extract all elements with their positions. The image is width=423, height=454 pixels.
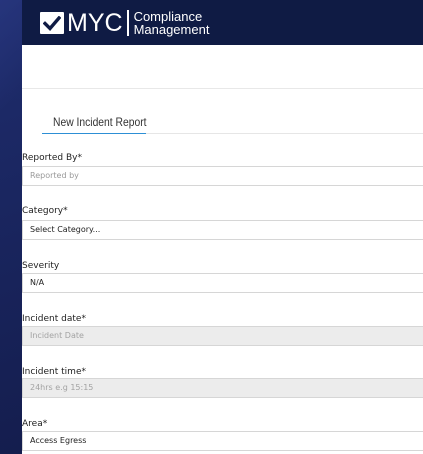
incident-time-label: Incident time* — [22, 367, 86, 377]
main-panel: New Incident Report Reported By* Reporte… — [22, 45, 423, 454]
title-divider — [146, 133, 423, 134]
logo-separator — [126, 10, 129, 36]
incident-time-input[interactable]: 24hrs e.g 15:15 — [22, 378, 423, 398]
brand-name: MYC — [67, 9, 123, 37]
category-label: Category* — [22, 206, 68, 216]
app-header: MYC Compliance Management — [22, 0, 423, 45]
category-select[interactable]: Select Category... — [22, 220, 423, 240]
area-select[interactable]: Access Egress — [22, 431, 423, 451]
checkmark-icon — [40, 12, 64, 34]
brand-subtitle-line2: Management — [133, 22, 210, 37]
severity-select[interactable]: N/A — [22, 273, 423, 293]
toolbar-divider — [22, 88, 423, 89]
brand-subtitle: Compliance Management — [134, 10, 210, 36]
myc-logo[interactable]: MYC Compliance Management — [40, 9, 209, 37]
incident-date-label: Incident date* — [22, 314, 86, 324]
severity-label: Severity — [22, 261, 60, 271]
reported-by-input[interactable]: Reported by — [22, 166, 423, 186]
page-title: New Incident Report — [53, 115, 147, 129]
active-tab-underline — [42, 133, 146, 134]
reported-by-label: Reported By* — [22, 153, 82, 163]
area-label: Area* — [22, 419, 48, 429]
incident-date-input[interactable]: Incident Date — [22, 326, 423, 346]
